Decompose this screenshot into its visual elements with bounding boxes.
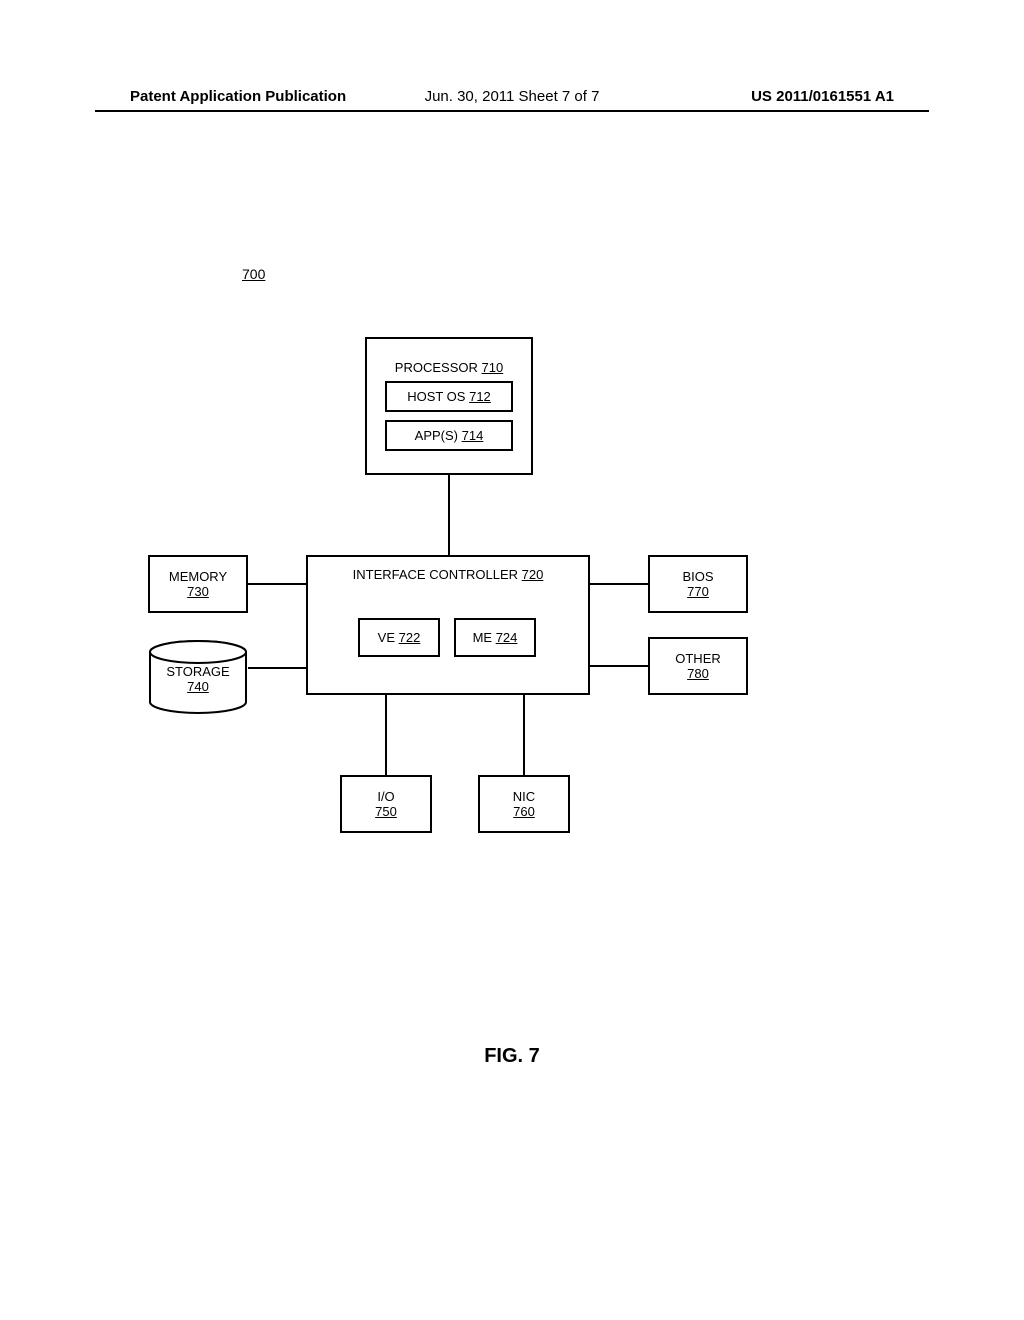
ve-box: VE 722 bbox=[358, 618, 440, 657]
me-box: ME 724 bbox=[454, 618, 536, 657]
bios-box: BIOS 770 bbox=[648, 555, 748, 613]
connector-interface-nic bbox=[523, 695, 525, 775]
header-divider bbox=[95, 110, 929, 112]
header-right: US 2011/0161551 A1 bbox=[751, 88, 894, 105]
connector-processor-interface bbox=[448, 475, 450, 555]
page-header: Patent Application Publication Jun. 30, … bbox=[0, 88, 1024, 105]
nic-box: NIC 760 bbox=[478, 775, 570, 833]
io-box: I/O 750 bbox=[340, 775, 432, 833]
connector-storage-interface bbox=[248, 667, 306, 669]
interface-controller-box: INTERFACE CONTROLLER 720 VE 722 ME 724 bbox=[306, 555, 590, 695]
header-left: Patent Application Publication bbox=[130, 88, 346, 105]
memory-box: MEMORY 730 bbox=[148, 555, 248, 613]
storage-label: STORAGE 740 bbox=[148, 664, 248, 694]
connector-memory-interface bbox=[248, 583, 306, 585]
connector-other-interface bbox=[590, 665, 648, 667]
apps-box: APP(S) 714 bbox=[385, 420, 513, 451]
processor-label: PROCESSOR 710 bbox=[395, 360, 503, 375]
host-os-box: HOST OS 712 bbox=[385, 381, 513, 412]
figure-label: FIG. 7 bbox=[484, 1045, 540, 1068]
processor-box: PROCESSOR 710 HOST OS 712 APP(S) 714 bbox=[365, 337, 533, 475]
diagram-ref-number: 700 bbox=[242, 266, 265, 282]
other-box: OTHER 780 bbox=[648, 637, 748, 695]
header-center: Jun. 30, 2011 Sheet 7 of 7 bbox=[425, 88, 600, 105]
connector-bios-interface bbox=[590, 583, 648, 585]
connector-interface-io bbox=[385, 695, 387, 775]
interface-controller-label: INTERFACE CONTROLLER 720 bbox=[308, 567, 588, 582]
